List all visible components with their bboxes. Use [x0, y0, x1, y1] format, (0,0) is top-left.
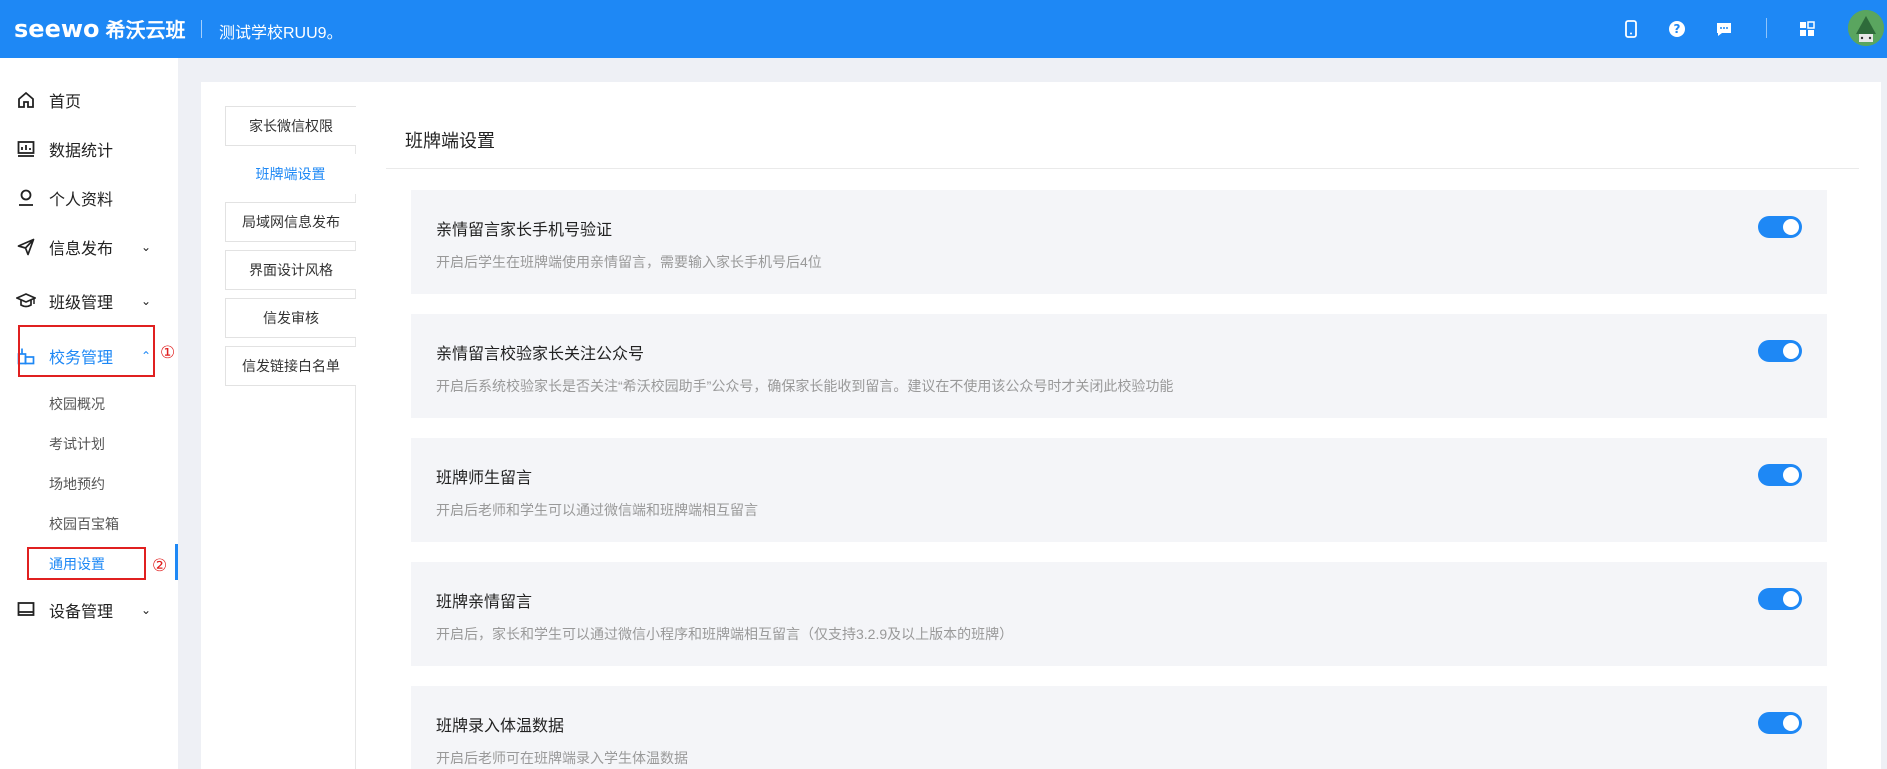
toggle-knob: [1783, 467, 1799, 483]
send-icon: [16, 237, 36, 257]
annotation-marker-1: ①: [160, 343, 176, 362]
message-icon[interactable]: [1713, 18, 1735, 40]
toggle-knob: [1783, 343, 1799, 359]
setting-description: 开启后老师可在班牌端录入学生体温数据: [436, 750, 688, 766]
sidebar-item-class-management[interactable]: 班级管理 ⌄: [0, 281, 178, 321]
sidebar-subitem-campus-overview[interactable]: 校园概况: [49, 394, 105, 414]
setting-toggle[interactable]: [1758, 216, 1802, 238]
chart-icon: [16, 139, 36, 159]
sidebar-subitem-exam-plan[interactable]: 考试计划: [49, 434, 105, 454]
tab-parent-wechat-permission[interactable]: 家长微信权限: [225, 106, 356, 146]
page-title: 班牌端设置: [405, 131, 495, 151]
setting-title: 亲情留言家长手机号验证: [436, 222, 613, 239]
help-icon[interactable]: ?: [1666, 18, 1688, 40]
chevron-down-icon: ⌄: [141, 603, 152, 617]
sidebar-item-publish[interactable]: 信息发布 ⌄: [0, 227, 178, 267]
svg-text:?: ?: [1674, 22, 1681, 36]
tab-lan-info-publish[interactable]: 局域网信息发布: [225, 202, 356, 242]
sidebar-item-data-stats[interactable]: 数据统计: [0, 129, 178, 169]
setting-title: 班牌录入体温数据: [436, 718, 565, 735]
toggle-knob: [1783, 715, 1799, 731]
setting-title: 班牌师生留言: [436, 470, 533, 487]
setting-card: 班牌师生留言 开启后老师和学生可以通过微信端和班牌端相互留言: [411, 438, 1827, 542]
sidebar-item-label: 首页: [49, 94, 82, 111]
setting-card: 班牌录入体温数据 开启后老师可在班牌端录入学生体温数据: [411, 686, 1827, 769]
graduation-cap-icon: [16, 291, 36, 311]
setting-toggle[interactable]: [1758, 712, 1802, 734]
sidebar-subitem-venue-booking[interactable]: 场地预约: [49, 474, 105, 494]
avatar[interactable]: [1848, 10, 1884, 46]
annotation-box-2: [27, 547, 146, 580]
tab-ui-design-style[interactable]: 界面设计风格: [225, 250, 356, 290]
top-header: seewo 希沃云班 测试学校RUU9。 ?: [0, 0, 1887, 58]
sidebar-item-home[interactable]: 首页: [0, 80, 178, 120]
sidebar-item-label: 设备管理: [49, 604, 114, 621]
chevron-down-icon: ⌄: [141, 294, 152, 308]
setting-card: 亲情留言家长手机号验证 开启后学生在班牌端使用亲情留言，需要输入家长手机号后4位: [411, 190, 1827, 294]
header-divider: [201, 20, 202, 38]
sidebar-subitem-campus-toolbox[interactable]: 校园百宝箱: [49, 514, 119, 534]
setting-title: 亲情留言校验家长关注公众号: [436, 346, 645, 363]
tab-publish-link-whitelist[interactable]: 信发链接白名单: [225, 346, 356, 386]
setting-toggle[interactable]: [1758, 588, 1802, 610]
toggle-knob: [1783, 591, 1799, 607]
setting-card: 班牌亲情留言 开启后，家长和学生可以通过微信小程序和班牌端相互留言（仅支持3.2…: [411, 562, 1827, 666]
logo-cn: 希沃云班: [105, 18, 186, 42]
tab-publish-review[interactable]: 信发审核: [225, 298, 356, 338]
annotation-box-1: [18, 325, 155, 377]
setting-toggle[interactable]: [1758, 464, 1802, 486]
setting-title: 班牌亲情留言: [436, 594, 533, 611]
apps-icon[interactable]: [1796, 18, 1818, 40]
toggle-knob: [1783, 219, 1799, 235]
active-indicator: [175, 544, 178, 580]
chevron-down-icon: ⌄: [141, 240, 152, 254]
sidebar-item-label: 班级管理: [49, 295, 114, 312]
sidebar-item-label: 数据统计: [49, 143, 114, 160]
header-divider-2: [1766, 18, 1767, 38]
sidebar-item-profile[interactable]: 个人资料: [0, 178, 178, 218]
sidebar-item-device-management[interactable]: 设备管理 ⌄: [0, 590, 178, 630]
setting-description: 开启后学生在班牌端使用亲情留言，需要输入家长手机号后4位: [436, 254, 822, 270]
annotation-marker-2: ②: [152, 556, 168, 575]
school-name[interactable]: 测试学校RUU9。: [219, 19, 343, 43]
setting-description: 开启后老师和学生可以通过微信端和班牌端相互留言: [436, 502, 758, 518]
title-divider: [386, 168, 1859, 169]
sidebar-item-label: 个人资料: [49, 192, 114, 209]
sidebar-item-label: 信息发布: [49, 241, 114, 258]
phone-icon[interactable]: [1620, 18, 1642, 40]
logo-text: seewo: [14, 15, 100, 43]
home-icon: [16, 90, 36, 110]
tab-class-board-settings[interactable]: 班牌端设置: [225, 154, 356, 194]
logo[interactable]: seewo 希沃云班: [14, 14, 186, 43]
setting-toggle[interactable]: [1758, 340, 1802, 362]
user-icon: [16, 188, 36, 208]
setting-card: 亲情留言校验家长关注公众号 开启后系统校验家长是否关注“希沃校园助手”公众号，确…: [411, 314, 1827, 418]
setting-description: 开启后，家长和学生可以通过微信小程序和班牌端相互留言（仅支持3.2.9及以上版本…: [436, 626, 1014, 642]
monitor-icon: [16, 600, 36, 620]
setting-description: 开启后系统校验家长是否关注“希沃校园助手”公众号，确保家长能收到留言。建议在不使…: [436, 378, 1174, 394]
